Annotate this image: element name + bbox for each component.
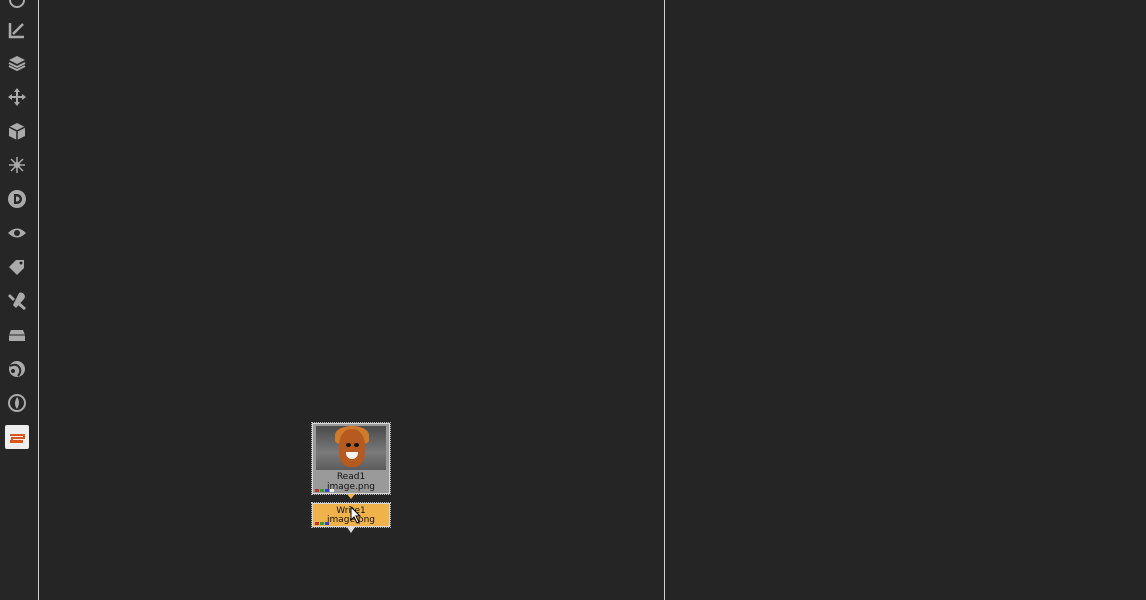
draw-icon[interactable]: [5, 18, 29, 42]
viewer-panel[interactable]: [665, 0, 1146, 600]
layers-icon[interactable]: [5, 51, 29, 75]
other-icon[interactable]: [5, 323, 29, 347]
metadata-tag-icon[interactable]: [5, 255, 29, 279]
nukex-icon[interactable]: [5, 391, 29, 415]
read-node[interactable]: Read1 image.png: [311, 422, 391, 495]
particles-icon[interactable]: [5, 153, 29, 177]
3d-cube-icon[interactable]: [5, 119, 29, 143]
read-node-output-arrow: [347, 494, 355, 499]
read-node-channels: [315, 489, 334, 492]
stapler-icon[interactable]: [5, 425, 29, 449]
read-node-thumbnail: [316, 426, 386, 470]
node-graph-panel[interactable]: Read1 image.png Write1 image.png: [39, 0, 664, 600]
views-icon[interactable]: [5, 221, 29, 245]
write-node-output-arrow: [347, 527, 355, 533]
furnace-icon[interactable]: [5, 357, 29, 381]
node-toolbar: [0, 0, 38, 600]
toolsets-icon[interactable]: [5, 289, 29, 313]
read-node-title: Read1: [336, 472, 366, 482]
transform-icon[interactable]: [5, 85, 29, 109]
write-node-channels: [315, 522, 329, 525]
mouse-cursor-icon: [350, 506, 362, 524]
deep-icon[interactable]: [5, 187, 29, 211]
image-icon[interactable]: [5, 0, 29, 12]
